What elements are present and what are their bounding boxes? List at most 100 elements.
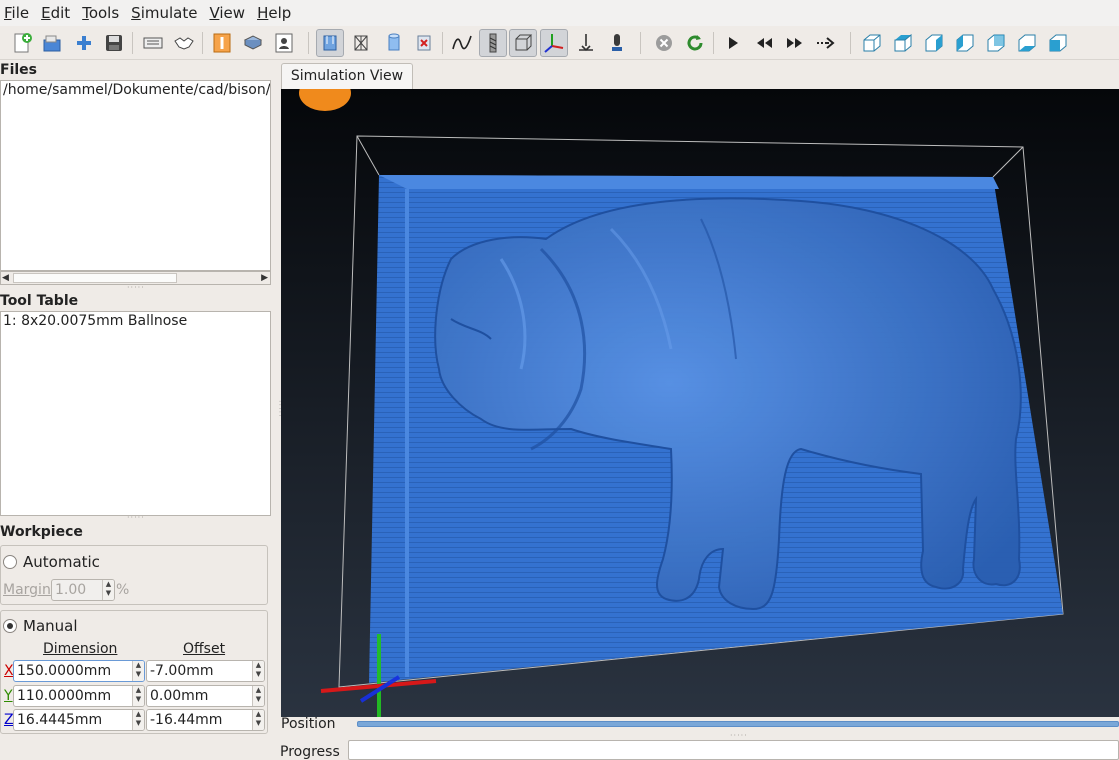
x-offset-input[interactable]: -7.00mm ▲ ▼ [146,660,265,682]
view-top-icon[interactable] [889,29,917,57]
view-bottom-icon[interactable] [1013,29,1041,57]
menu-label-rest: ools [88,4,120,22]
menu-mnemonic: E [41,4,51,22]
view-back-icon[interactable] [982,29,1010,57]
margin-value: 1.00 [55,582,87,598]
menu-bar: File Edit Tools Simulate View Help [0,0,1119,26]
automatic-radio[interactable]: Automatic [3,553,100,571]
splitter-handle[interactable]: ····· [127,513,145,522]
step-icon[interactable] [811,29,839,57]
spin-buttons[interactable]: ▲ ▼ [132,661,144,681]
gcode-icon[interactable] [139,29,167,57]
manual-group: Manual Dimension Offset X 150.0000mm ▲ ▼ -… [0,610,268,734]
handshake-icon[interactable] [170,29,198,57]
show-tool-icon[interactable] [479,29,507,57]
menu-mnemonic: S [131,4,141,22]
axes-icon[interactable] [540,29,568,57]
automatic-label: Automatic [23,553,100,571]
show-cylinder-icon[interactable] [380,29,408,57]
view-right-icon[interactable] [920,29,948,57]
menu-label-rest: ile [11,4,30,22]
menu-edit[interactable]: Edit [35,0,76,26]
workpiece-icon[interactable] [239,29,267,57]
y-dimension-value: 110.0000mm [17,688,112,704]
save-icon[interactable] [100,29,128,57]
probe-icon[interactable] [603,29,631,57]
menu-label-rest: elp [268,4,292,22]
menu-help[interactable]: Help [251,0,297,26]
fast-forward-icon[interactable] [781,29,809,57]
play-icon[interactable] [719,29,747,57]
menu-view[interactable]: View [203,0,251,26]
simulation-viewport[interactable] [281,89,1119,717]
scroll-thumb[interactable] [13,273,177,283]
tab-simulation-view[interactable]: Simulation View [281,63,413,90]
menu-label-rest: iew [219,4,246,22]
remove-icon[interactable] [410,29,438,57]
y-dimension-input[interactable]: 110.0000mm ▲ ▼ [13,685,145,707]
spin-buttons[interactable]: ▲ ▼ [252,661,264,681]
radio-button[interactable] [3,619,17,633]
spin-buttons[interactable]: ▲ ▼ [252,686,264,706]
menu-mnemonic: F [4,4,12,22]
y-offset-value: 0.00mm [150,688,209,704]
user-icon[interactable] [270,29,298,57]
new-file-icon[interactable] [8,29,36,57]
y-axis-label: Y [4,688,13,704]
margin-label: Margin [3,582,51,598]
stop-icon[interactable] [650,29,678,57]
z-dimension-input[interactable]: 16.4445mm ▲ ▼ [13,709,145,731]
margin-input[interactable]: 1.00 ▲ ▼ [51,579,115,601]
refresh-icon[interactable] [681,29,709,57]
menu-label-rest: imulate [140,4,198,22]
manual-label: Manual [23,617,78,635]
radio-button[interactable] [3,555,17,569]
z-dimension-value: 16.4445mm [17,712,103,728]
show-mesh-icon[interactable] [347,29,375,57]
progress-label: Progress [280,744,340,760]
x-dimension-input[interactable]: 150.0000mm ▲ ▼ [13,660,145,682]
menu-mnemonic: V [209,4,220,22]
toolpath-icon[interactable] [448,29,476,57]
view-iso-icon[interactable] [1044,29,1072,57]
file-entry[interactable]: /home/sammel/Dokumente/cad/bison/b [1,81,270,99]
spin-buttons[interactable]: ▲ ▼ [132,710,144,730]
simulation-canvas[interactable] [281,89,1119,717]
position-slider[interactable] [357,721,1119,727]
menu-label-rest: dit [50,4,71,22]
lamp-icon[interactable] [572,29,600,57]
y-offset-input[interactable]: 0.00mm ▲ ▼ [146,685,265,707]
scroll-right-icon[interactable]: ▶ [261,272,268,284]
dimension-header: Dimension [43,641,118,657]
splitter-handle[interactable]: ····· [730,731,748,740]
progress-bar [348,740,1119,760]
open-icon[interactable] [38,29,66,57]
manual-radio[interactable]: Manual [3,617,78,635]
files-list[interactable]: /home/sammel/Dokumente/cad/bison/b [0,80,271,271]
view-left-icon[interactable] [951,29,979,57]
tool-table-list[interactable]: 1: 8x20.0075mm Ballnose [0,311,271,516]
splitter-handle[interactable]: ····· [127,283,145,292]
spin-buttons[interactable]: ▲ ▼ [252,710,264,730]
menu-file[interactable]: File [0,0,35,26]
menu-tools[interactable]: Tools [76,0,125,26]
automatic-group: Automatic Margin 1.00 ▲ ▼ % [0,545,268,605]
files-title: Files [0,62,37,78]
main-toolbar [0,26,1119,60]
bounding-box-icon[interactable] [509,29,537,57]
scroll-left-icon[interactable]: ◀ [2,272,9,284]
z-offset-value: -16.44mm [150,712,223,728]
tool-entry[interactable]: 1: 8x20.0075mm Ballnose [1,312,270,330]
show-stock-icon[interactable] [316,29,344,57]
add-icon[interactable] [70,29,98,57]
spin-buttons[interactable]: ▲ ▼ [132,686,144,706]
margin-unit: % [116,582,130,598]
tool-icon[interactable] [208,29,236,57]
z-offset-input[interactable]: -16.44mm ▲ ▼ [146,709,265,731]
workpiece-title: Workpiece [0,524,83,540]
view-front-icon[interactable] [858,29,886,57]
spin-buttons[interactable]: ▲ ▼ [102,580,114,600]
x-offset-value: -7.00mm [150,663,214,679]
menu-simulate[interactable]: Simulate [125,0,203,26]
rewind-icon[interactable] [750,29,778,57]
